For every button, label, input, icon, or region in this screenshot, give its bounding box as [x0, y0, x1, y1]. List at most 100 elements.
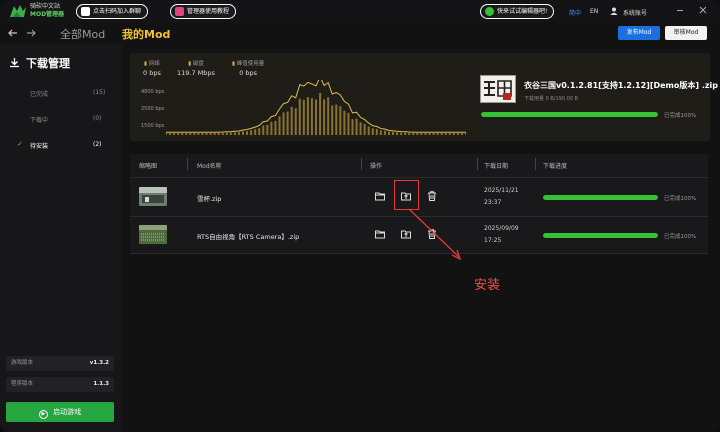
- traffic-bar: [258, 128, 261, 135]
- current-mod-size: 下载用量 0 B/190.00 B: [524, 96, 578, 102]
- traffic-bar: [375, 128, 378, 135]
- traffic-bar: [327, 97, 330, 135]
- traffic-bar: [274, 120, 277, 135]
- traffic-bar: [246, 131, 249, 135]
- sidebar: [0, 44, 122, 432]
- row-progress-status: 已完成100%: [664, 234, 697, 240]
- row-divider: [130, 177, 708, 178]
- traffic-bar: [424, 132, 427, 135]
- bar-chart-icon: ▮: [232, 61, 236, 67]
- download-date: 2025/11/21 23:37: [484, 185, 519, 209]
- top-bar: 骑砍中文站 MOD管理器 点击扫码加入群聊 管理器使用教程 快来试试编辑器吧! …: [0, 0, 720, 22]
- traffic-bar: [242, 131, 245, 135]
- arrow-right-icon[interactable]: [26, 29, 36, 37]
- traffic-bar: [173, 133, 176, 135]
- account-button[interactable]: 系统账号: [623, 8, 647, 17]
- traffic-bar: [404, 132, 407, 135]
- traffic-bar: [302, 99, 305, 135]
- y-tick-label: 2500 bps: [141, 106, 165, 112]
- traffic-bar: [201, 133, 204, 135]
- publish-mod-button[interactable]: 发布Mod: [618, 26, 660, 40]
- lang-zh-button[interactable]: 简中: [569, 8, 581, 17]
- download-date-day: 2025/09/09: [484, 225, 519, 232]
- traffic-bar: [185, 133, 188, 135]
- network-label: 网络: [148, 61, 160, 67]
- game-version-row: 游戏版本 v1.3.2: [6, 356, 114, 371]
- traffic-bar: [286, 111, 289, 135]
- speed-chart: [166, 80, 466, 135]
- traffic-bar: [250, 130, 253, 135]
- traffic-bar: [416, 132, 419, 135]
- traffic-bar: [436, 133, 439, 135]
- play-icon: ▶: [38, 410, 48, 419]
- column-divider: [187, 158, 188, 170]
- traffic-bar: [266, 124, 269, 135]
- join-group-button[interactable]: 点击扫码加入群聊: [76, 4, 149, 19]
- progress-fill: [481, 112, 658, 117]
- traffic-bar: [452, 133, 455, 135]
- sidebar-item-count: (0): [93, 115, 102, 122]
- traffic-bar: [363, 123, 366, 135]
- traffic-bar: [371, 128, 374, 135]
- traffic-bar: [298, 98, 301, 135]
- game-version-label: 游戏版本: [11, 360, 34, 366]
- traffic-bar: [448, 133, 451, 135]
- sidebar-heading: 下载管理: [26, 57, 70, 70]
- progress-fill: [543, 233, 658, 238]
- try-editor-button[interactable]: 快来试试编辑器吧!: [480, 4, 555, 19]
- traffic-bar: [392, 132, 395, 135]
- trash-icon[interactable]: [426, 190, 438, 202]
- traffic-bar: [229, 132, 232, 135]
- download-date: 2025/09/09 17:25: [484, 223, 519, 247]
- mod-thumbnail: [139, 187, 167, 206]
- traffic-bar: [189, 133, 192, 135]
- sidebar-item-label: 待安装: [30, 143, 49, 150]
- traffic-bar: [213, 132, 216, 135]
- traffic-bar: [282, 112, 285, 135]
- traffic-bar: [193, 133, 196, 135]
- tutorial-button[interactable]: 管理器使用教程: [170, 4, 237, 19]
- traffic-bar: [197, 133, 200, 135]
- start-game-button[interactable]: ▶ 启动游戏: [6, 402, 114, 422]
- traffic-bar: [383, 130, 386, 135]
- traffic-bar: [254, 129, 257, 135]
- column-divider: [477, 158, 478, 170]
- tab-my-mods[interactable]: 我的Mod: [122, 26, 170, 42]
- column-header-thumbnail: 缩略图: [139, 163, 158, 170]
- traffic-bar: [396, 132, 399, 135]
- download-icon: [10, 58, 19, 68]
- traffic-bar: [205, 132, 208, 135]
- traffic-bar: [355, 118, 358, 135]
- current-progress-bar: [481, 112, 658, 117]
- current-progress-status: 已完成100%: [664, 113, 697, 119]
- network-value: 0 bps: [143, 69, 161, 77]
- traffic-bar: [428, 133, 431, 135]
- tab-all-mods[interactable]: 全部Mod: [60, 26, 105, 42]
- disk-peak-stat: ▮ 峰值使用量 0 bps: [232, 59, 264, 77]
- folder-icon[interactable]: [374, 228, 386, 240]
- traffic-bar: [181, 133, 184, 135]
- mod-thumbnail: [139, 225, 167, 244]
- traffic-bar: [440, 133, 443, 135]
- column-divider: [361, 158, 362, 170]
- row-progress-bar: [543, 195, 658, 200]
- traffic-bar: [237, 132, 240, 135]
- current-mod-thumbnail: [480, 75, 516, 103]
- tutorial-icon: [175, 7, 184, 16]
- arrow-left-icon[interactable]: [8, 29, 18, 37]
- traffic-bar: [233, 132, 236, 135]
- traffic-bar: [432, 133, 435, 135]
- manager-version-value: 1.1.3: [93, 381, 109, 387]
- current-mod-title: 衣谷三国v0.1.2.81[支持1.2.12][Demo版本] .zip: [524, 81, 718, 90]
- folder-icon[interactable]: [374, 190, 386, 202]
- bar-chart-icon: ▮: [188, 61, 192, 67]
- traffic-bar: [310, 98, 313, 135]
- review-mod-button[interactable]: 审核Mod: [665, 26, 707, 40]
- traffic-bar: [225, 132, 228, 135]
- traffic-bar: [331, 105, 334, 135]
- y-tick-label: 1500 bps: [141, 123, 165, 129]
- minimize-icon[interactable]: [676, 6, 684, 14]
- disk-label: 磁盘: [192, 61, 204, 67]
- lang-en-button[interactable]: EN: [590, 8, 598, 15]
- close-icon[interactable]: [699, 6, 707, 14]
